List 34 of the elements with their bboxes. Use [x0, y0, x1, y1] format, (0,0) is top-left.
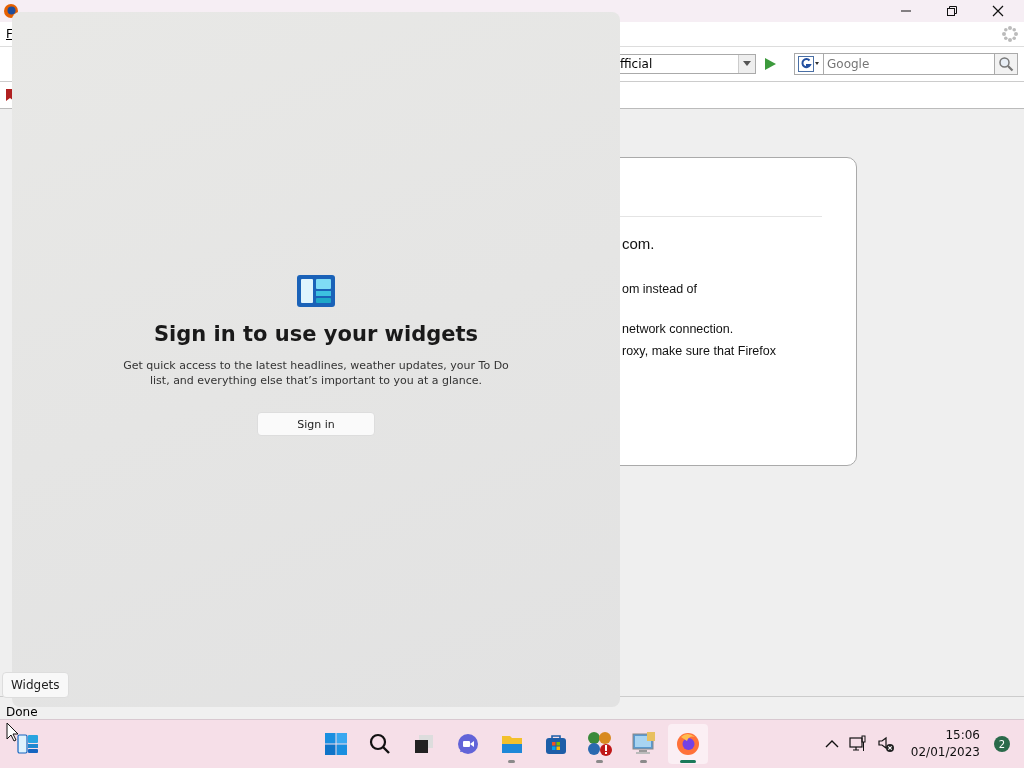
go-icon[interactable]	[762, 56, 778, 72]
throbber-icon	[1002, 26, 1018, 42]
search-field[interactable]: Google	[824, 53, 995, 75]
notification-badge[interactable]: 2	[994, 736, 1010, 753]
search-icon[interactable]	[369, 733, 391, 756]
colorful-app-icon[interactable]	[587, 731, 613, 758]
dropdown-icon[interactable]	[743, 61, 751, 67]
task-view-icon[interactable]	[413, 733, 435, 756]
menu-item[interactable]: F	[6, 27, 13, 41]
error-text: com.	[622, 235, 656, 252]
widgets-icon[interactable]	[16, 732, 40, 757]
error-text: om instead of	[622, 282, 699, 296]
chevron-up-icon[interactable]	[824, 739, 839, 750]
error-text: roxy, make sure that Firefox	[622, 344, 777, 358]
panel-description: Get quick access to the latest headlines, weather updates, your To Do list, and everything else that’s important to you at a glance.	[122, 358, 510, 388]
clock-date[interactable]: 02/01/2023	[910, 744, 980, 762]
close-icon[interactable]	[992, 5, 1004, 17]
muted-volume-icon[interactable]	[876, 735, 895, 754]
widgets-icon	[296, 274, 336, 308]
store-bag-icon[interactable]	[544, 732, 568, 757]
search-engine-icon[interactable]	[798, 56, 820, 72]
video-chat-icon[interactable]	[456, 732, 480, 757]
mouse-cursor-icon	[6, 722, 20, 742]
restore-icon[interactable]	[946, 5, 958, 17]
windows-logo-icon[interactable]	[325, 733, 347, 756]
panel-heading: Sign in to use your widgets	[153, 322, 478, 346]
tooltip: Widgets	[2, 672, 69, 698]
sign-in-button[interactable]: Sign in	[257, 412, 375, 436]
firefox-icon[interactable]	[675, 731, 701, 758]
error-text: network connection.	[622, 322, 735, 336]
network-icon[interactable]	[848, 735, 867, 754]
firefox-button[interactable]	[668, 724, 708, 765]
clock-time[interactable]: 15:06	[945, 727, 980, 745]
status-text: Done	[6, 705, 38, 720]
